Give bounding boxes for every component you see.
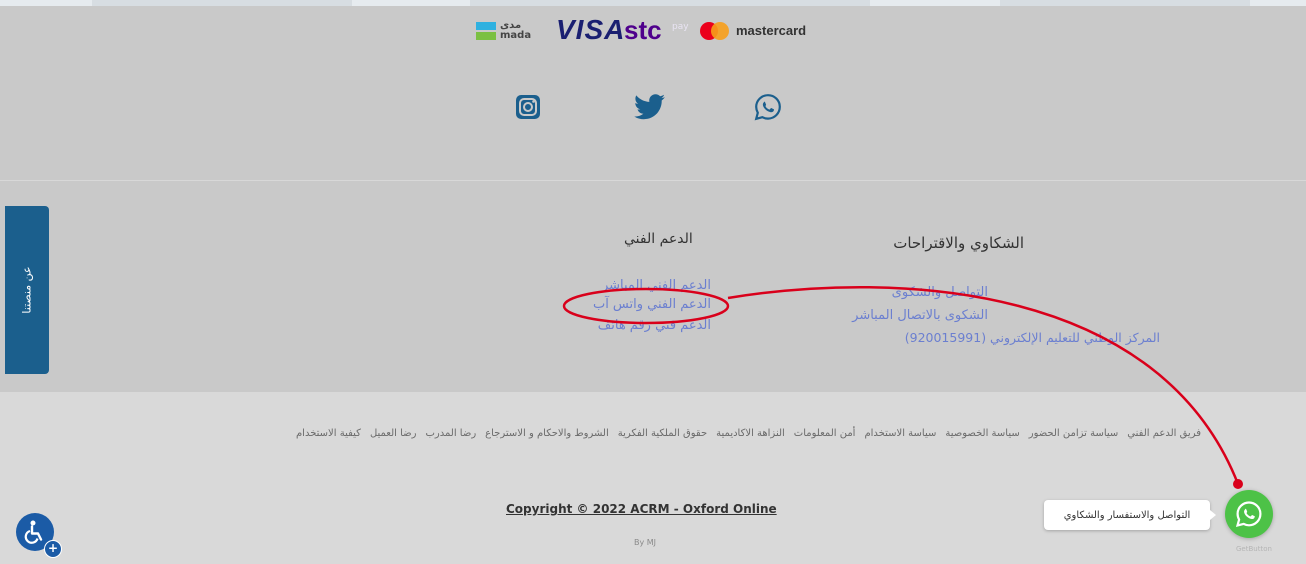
top-strip-segment: [92, 0, 352, 6]
complaints-link-national-center[interactable]: المركز الوطني للتعليم الإلكتروني (920015…: [905, 328, 1160, 347]
about-platform-tab-label: عن منصتنا: [20, 266, 34, 314]
getbutton-brand: GetButton: [1236, 545, 1272, 553]
complaints-column-title: الشكاوي والاقتراحات: [893, 234, 1024, 252]
stc-logo: stc: [624, 15, 662, 45]
copyright-link[interactable]: Copyright © 2022 ACRM - Oxford Online: [506, 502, 777, 516]
instagram-icon[interactable]: [512, 92, 544, 122]
support-link-phone[interactable]: الدعم فني رقم هاتف: [598, 316, 711, 335]
stc-pay-label: pay: [672, 22, 689, 32]
bottom-link-how-to-use[interactable]: كيفية الاستخدام: [296, 428, 361, 439]
wheelchair-icon: [24, 520, 43, 544]
bottom-link-intellectual-property[interactable]: حقوق الملكية الفكرية: [618, 428, 707, 439]
visa-logo: VISA: [556, 14, 626, 45]
complaints-link-direct-call[interactable]: الشكوى بالاتصال المباشر: [852, 306, 988, 325]
top-strip-segment: [470, 0, 870, 6]
bottom-link-information-security[interactable]: أمن المعلومات: [794, 428, 856, 439]
section-divider: [0, 180, 1306, 181]
bottom-link-terms-refund[interactable]: الشروط والاحكام و الاسترجاع: [485, 428, 609, 439]
bottom-link-usage-policy[interactable]: سياسة الاستخدام: [864, 428, 936, 439]
whatsapp-bubble[interactable]: التواصل والاستفسار والشكاوي: [1044, 500, 1216, 530]
mastercard-icon: [700, 20, 730, 42]
whatsapp-chat-button[interactable]: [1225, 490, 1273, 538]
support-link-live[interactable]: الدعم الفني المباشر: [602, 276, 711, 295]
mada-logo: مدى mada: [476, 17, 548, 45]
accessibility-plus-icon: +: [44, 540, 62, 558]
payment-methods: مدى mada VISA stc pay mastercard: [0, 14, 1306, 48]
mastercard-logo-text: mastercard: [736, 23, 807, 38]
bottom-link-academic-integrity[interactable]: النزاهة الاكاديمية: [716, 428, 785, 439]
top-strip: [0, 0, 1306, 6]
whatsapp-icon[interactable]: [752, 92, 784, 122]
support-link-whatsapp[interactable]: الدعم الفني واتس آب: [593, 295, 711, 314]
top-strip-segment: [1000, 0, 1250, 6]
byline: By MJ: [634, 538, 657, 547]
bottom-link-trainer-satisfaction[interactable]: رضا المدرب: [426, 428, 477, 439]
bottom-link-attendance-policy[interactable]: سياسة تزامن الحضور: [1029, 428, 1119, 439]
about-platform-tab[interactable]: عن منصتنا: [5, 206, 49, 374]
footer-bottom-nav: فريق الدعم الفني سياسة تزامن الحضور سياس…: [296, 428, 1201, 439]
bottom-link-customer-satisfaction[interactable]: رضا العميل: [370, 428, 417, 439]
mada-logo-en: mada: [500, 30, 532, 41]
support-column-title: الدعم الفني: [624, 231, 693, 247]
twitter-icon[interactable]: [634, 92, 666, 122]
bottom-link-privacy-policy[interactable]: سياسة الخصوصية: [945, 428, 1019, 439]
whatsapp-bubble-text: التواصل والاستفسار والشكاوي: [1063, 509, 1191, 521]
bottom-link-support-team[interactable]: فريق الدعم الفني: [1127, 428, 1201, 439]
whatsapp-chat-icon: [1235, 501, 1262, 528]
complaints-link-contact[interactable]: التواصل والشكوى: [892, 283, 988, 302]
